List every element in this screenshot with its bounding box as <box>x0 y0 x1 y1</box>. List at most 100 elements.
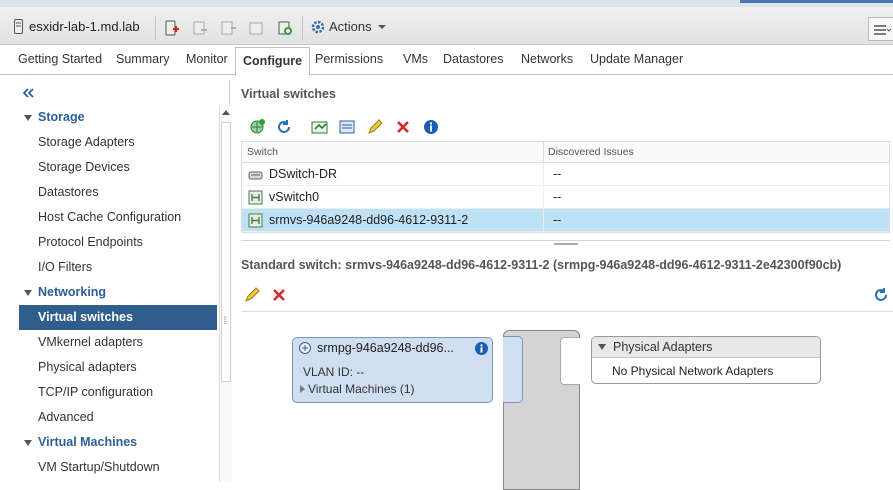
port-group-header: srmpg-946a9248-dd96... <box>298 341 454 355</box>
vlan-id: VLAN ID: -- <box>303 365 365 379</box>
deploy-ovf-icon[interactable] <box>220 20 236 36</box>
column-divider <box>543 209 544 232</box>
edit-icon[interactable] <box>366 118 384 136</box>
nav-group-networking[interactable]: Networking <box>19 280 217 305</box>
diagram-divider <box>241 311 893 312</box>
splitter-grip[interactable] <box>554 243 578 245</box>
tab-monitor[interactable]: Monitor <box>186 52 228 66</box>
edit-icon[interactable] <box>243 286 261 304</box>
tab-networks[interactable]: Networks <box>521 52 573 66</box>
configure-sidebar: Storage Storage Adapters Storage Devices… <box>4 80 232 482</box>
tab-permissions[interactable]: Permissions <box>315 52 383 66</box>
column-header-discovered-issues[interactable]: Discovered Issues <box>548 146 634 158</box>
sidebar-item-host-cache-configuration[interactable]: Host Cache Configuration <box>19 205 217 230</box>
uplink-port <box>560 337 580 385</box>
discovered-issues: -- <box>553 190 562 204</box>
title-bar: esxidr-lab-1.md.lab Actions <box>0 0 893 45</box>
info-icon[interactable] <box>422 118 440 136</box>
tab-summary[interactable]: Summary <box>116 52 169 66</box>
caret-down-icon <box>24 440 32 446</box>
switch-name: srmvs-946a9248-dd96-4612-9311-2 <box>269 213 469 227</box>
table-row[interactable]: DSwitch-DR -- <box>242 163 889 186</box>
physical-adapters-title: Physical Adapters <box>613 340 713 354</box>
tab-configure[interactable]: Configure <box>235 47 311 76</box>
collapse-icon <box>598 344 606 350</box>
sidebar-item-storage-adapters[interactable]: Storage Adapters <box>19 130 217 155</box>
delete-icon[interactable] <box>394 118 412 136</box>
collapse-sidebar-icon[interactable] <box>21 86 35 100</box>
top-strip <box>0 0 893 7</box>
column-divider <box>543 186 544 209</box>
migrate-icon[interactable] <box>277 20 293 36</box>
tab-datastores[interactable]: Datastores <box>443 52 503 66</box>
sidebar-item-tcpip-configuration[interactable]: TCP/IP configuration <box>19 380 217 405</box>
standard-switch-icon <box>248 213 263 228</box>
tab-bar: Getting Started Summary Monitor Configur… <box>0 45 893 76</box>
sidebar-item-physical-adapters[interactable]: Physical adapters <box>19 355 217 380</box>
gear-icon <box>311 20 325 33</box>
sidebar-item-virtual-switches[interactable]: Virtual switches <box>19 305 217 330</box>
main-panel: Virtual switches Switch Discovered Issue… <box>230 80 893 490</box>
pane-resize-handle[interactable]: ⁞⁞ <box>223 316 227 327</box>
scroll-up-icon[interactable] <box>222 110 230 115</box>
new-vm-icon[interactable] <box>192 20 208 36</box>
switch-name: vSwitch0 <box>269 190 320 204</box>
no-adapters-text: No Physical Network Adapters <box>612 364 774 378</box>
standard-switch-title: Standard switch: srmvs-946a9248-dd96-461… <box>241 258 842 272</box>
toolbar-separator <box>302 16 303 40</box>
port-group-name: srmpg-946a9248-dd96... <box>317 341 454 355</box>
switch-settings-icon[interactable] <box>338 118 356 136</box>
info-icon[interactable] <box>474 341 489 356</box>
refresh-icon[interactable] <box>872 286 890 304</box>
port-group-card[interactable]: srmpg-946a9248-dd96... VLAN ID: -- Virtu… <box>292 337 493 403</box>
nav-group-label: Storage <box>38 110 85 124</box>
tab-vms[interactable]: VMs <box>403 52 428 66</box>
discovered-issues: -- <box>553 167 562 181</box>
physical-adapters-header[interactable]: Physical Adapters <box>592 337 820 358</box>
refresh-icon[interactable] <box>275 118 293 136</box>
menu-icon <box>874 25 892 35</box>
sidebar-item-protocol-endpoints[interactable]: Protocol Endpoints <box>19 230 217 255</box>
tab-update-manager[interactable]: Update Manager <box>590 52 683 66</box>
virtual-machines-label: Virtual Machines (1) <box>308 382 415 396</box>
virtual-switches-table: Switch Discovered Issues DSwitch-DR -- v… <box>241 141 890 233</box>
caret-down-icon <box>24 115 32 121</box>
add-networking-icon[interactable] <box>248 118 266 136</box>
sidebar-item-datastores[interactable]: Datastores <box>19 180 217 205</box>
sidebar-item-storage-devices[interactable]: Storage Devices <box>19 155 217 180</box>
sidebar-item-io-filters[interactable]: I/O Filters <box>19 255 217 280</box>
delete-icon[interactable] <box>270 286 288 304</box>
host-title: esxidr-lab-1.md.lab <box>29 19 140 34</box>
pane-splitter[interactable] <box>241 240 890 246</box>
section-title-virtual-switches: Virtual switches <box>241 87 336 101</box>
host-header: esxidr-lab-1.md.lab <box>14 19 140 34</box>
distributed-switch-icon <box>248 171 263 180</box>
physical-adapters-card: Physical Adapters No Physical Network Ad… <box>591 336 821 384</box>
sidebar-item-vmkernel-adapters[interactable]: VMkernel adapters <box>19 330 217 355</box>
migrate-network-icon[interactable] <box>311 118 329 136</box>
tab-getting-started[interactable]: Getting Started <box>18 52 102 66</box>
table-row[interactable]: vSwitch0 -- <box>242 186 889 209</box>
virtual-machines-toggle[interactable]: Virtual Machines (1) <box>300 382 415 396</box>
nav-group-label: Virtual Machines <box>38 435 138 449</box>
table-header: Switch Discovered Issues <box>242 142 889 163</box>
chevron-down-icon <box>377 24 386 29</box>
table-row[interactable]: srmvs-946a9248-dd96-4612-9311-2 -- <box>242 209 889 232</box>
actions-menu[interactable]: Actions <box>311 19 386 34</box>
add-host-icon[interactable] <box>164 20 180 36</box>
column-divider[interactable] <box>543 142 544 163</box>
nav-group-storage[interactable]: Storage <box>19 105 217 130</box>
column-header-switch[interactable]: Switch <box>247 146 278 158</box>
column-divider <box>543 163 544 186</box>
nav-group-virtual-machines[interactable]: Virtual Machines <box>19 430 217 455</box>
discovered-issues: -- <box>553 213 562 227</box>
host-icon <box>14 19 23 34</box>
overflow-menu-button[interactable] <box>868 17 893 41</box>
port-group-connector <box>503 336 523 403</box>
sidebar-item-vm-startup-shutdown[interactable]: VM Startup/Shutdown <box>19 455 217 480</box>
nav-group-label: Networking <box>38 285 107 299</box>
toolbar-separator <box>155 16 156 40</box>
top-accent <box>740 0 893 3</box>
sidebar-item-advanced[interactable]: Advanced <box>19 405 217 430</box>
new-resource-pool-icon[interactable] <box>248 20 264 36</box>
